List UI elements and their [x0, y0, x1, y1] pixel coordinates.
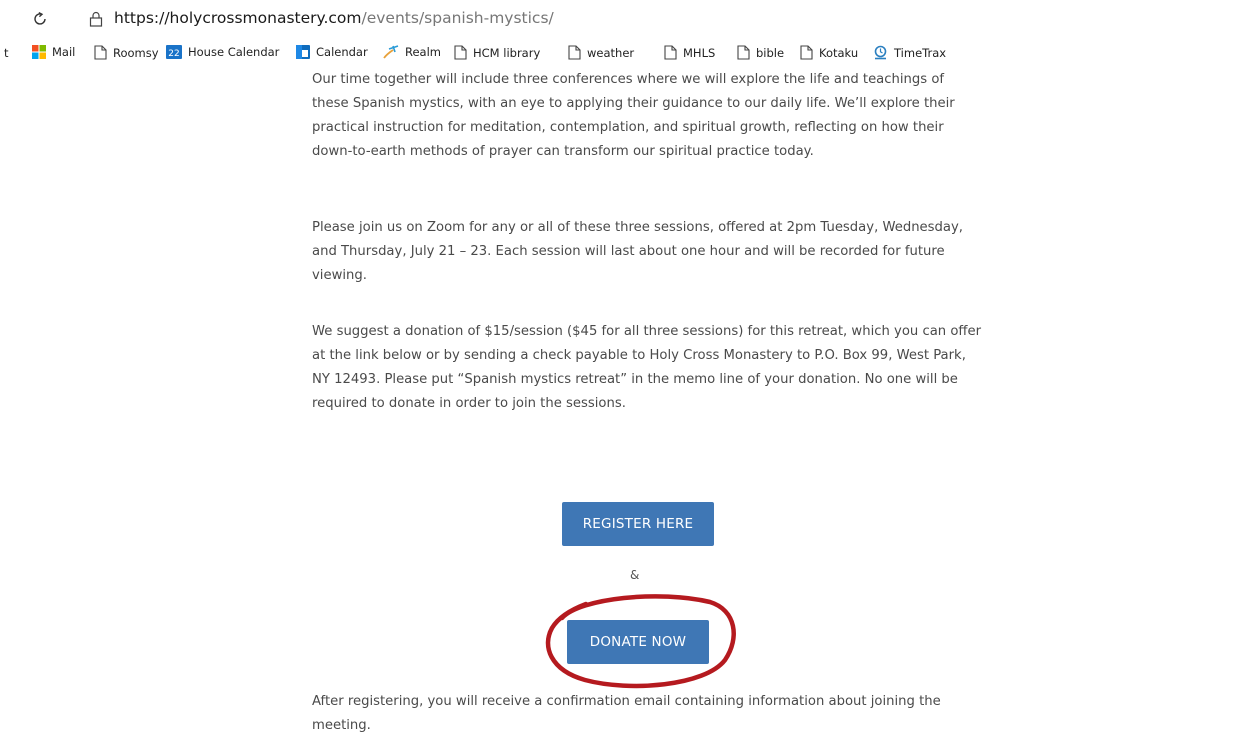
bookmark-calendar[interactable]: Calendar — [296, 45, 368, 59]
page-icon — [737, 45, 750, 60]
bookmark-bible[interactable]: bible — [737, 45, 784, 60]
bookmark-label: MHLS — [683, 45, 716, 60]
bookmark-label: weather — [587, 45, 635, 60]
paragraph-conferences: Our time together will include three con… — [312, 72, 955, 159]
page-icon — [664, 45, 677, 60]
bookmark-house-calendar[interactable]: 22 House Calendar — [166, 45, 279, 59]
bookmark-realm[interactable]: Realm — [383, 45, 441, 59]
ampersand-separator: & — [630, 568, 640, 582]
bookmark-cut-label: t — [4, 46, 9, 60]
bookmark-label: Roomsy — [113, 45, 159, 60]
bookmark-label: Realm — [405, 45, 441, 59]
bookmark-timetrax[interactable]: TimeTrax — [873, 45, 946, 60]
bookmark-label: HCM library — [473, 45, 541, 60]
timetrax-icon — [874, 45, 887, 60]
svg-text:22: 22 — [168, 49, 179, 59]
annotation-circle — [545, 594, 736, 689]
page-icon — [94, 45, 107, 60]
realm-icon — [383, 45, 399, 59]
reload-icon[interactable] — [32, 11, 48, 27]
page-icon — [800, 45, 813, 60]
paragraph-zoom-sessions: Please join us on Zoom for any or all of… — [312, 220, 963, 283]
bookmark-label: bible — [756, 45, 785, 60]
register-button[interactable]: REGISTER HERE — [562, 502, 714, 546]
paragraph-donation: We suggest a donation of $15/session ($4… — [312, 324, 982, 411]
paragraph-after-registering: After registering, you will receive a co… — [312, 694, 941, 733]
calendar-22-icon: 22 — [166, 45, 182, 59]
bookmark-roomsy[interactable]: Roomsy — [94, 45, 159, 60]
microsoft-icon — [32, 45, 46, 59]
bookmarks-bar: t Mail Roomsy 22 House Calendar Calendar — [0, 40, 1258, 68]
bookmark-mhls[interactable]: MHLS — [664, 45, 715, 60]
url-host: https://holycrossmonastery.com — [114, 9, 362, 27]
address-bar: https://holycrossmonastery.com/events/sp… — [0, 0, 1258, 40]
bookmark-label: TimeTrax — [894, 45, 947, 60]
bookmark-label: House Calendar — [188, 45, 280, 59]
bookmark-kotaku[interactable]: Kotaku — [800, 45, 858, 60]
bookmark-weather[interactable]: weather — [568, 45, 634, 60]
bookmark-label: Calendar — [316, 45, 368, 59]
bookmark-mail[interactable]: Mail — [32, 45, 75, 59]
bookmark-hcm-library[interactable]: HCM library — [454, 45, 540, 60]
page-icon — [454, 45, 467, 60]
url-field[interactable]: https://holycrossmonastery.com/events/sp… — [114, 9, 554, 27]
lock-icon[interactable] — [89, 11, 103, 27]
bookmark-label: Kotaku — [819, 45, 859, 60]
url-path: /events/spanish-mystics/ — [361, 9, 554, 27]
bookmark-label: Mail — [52, 45, 76, 59]
calendar-icon — [296, 45, 310, 59]
page-icon — [568, 45, 581, 60]
